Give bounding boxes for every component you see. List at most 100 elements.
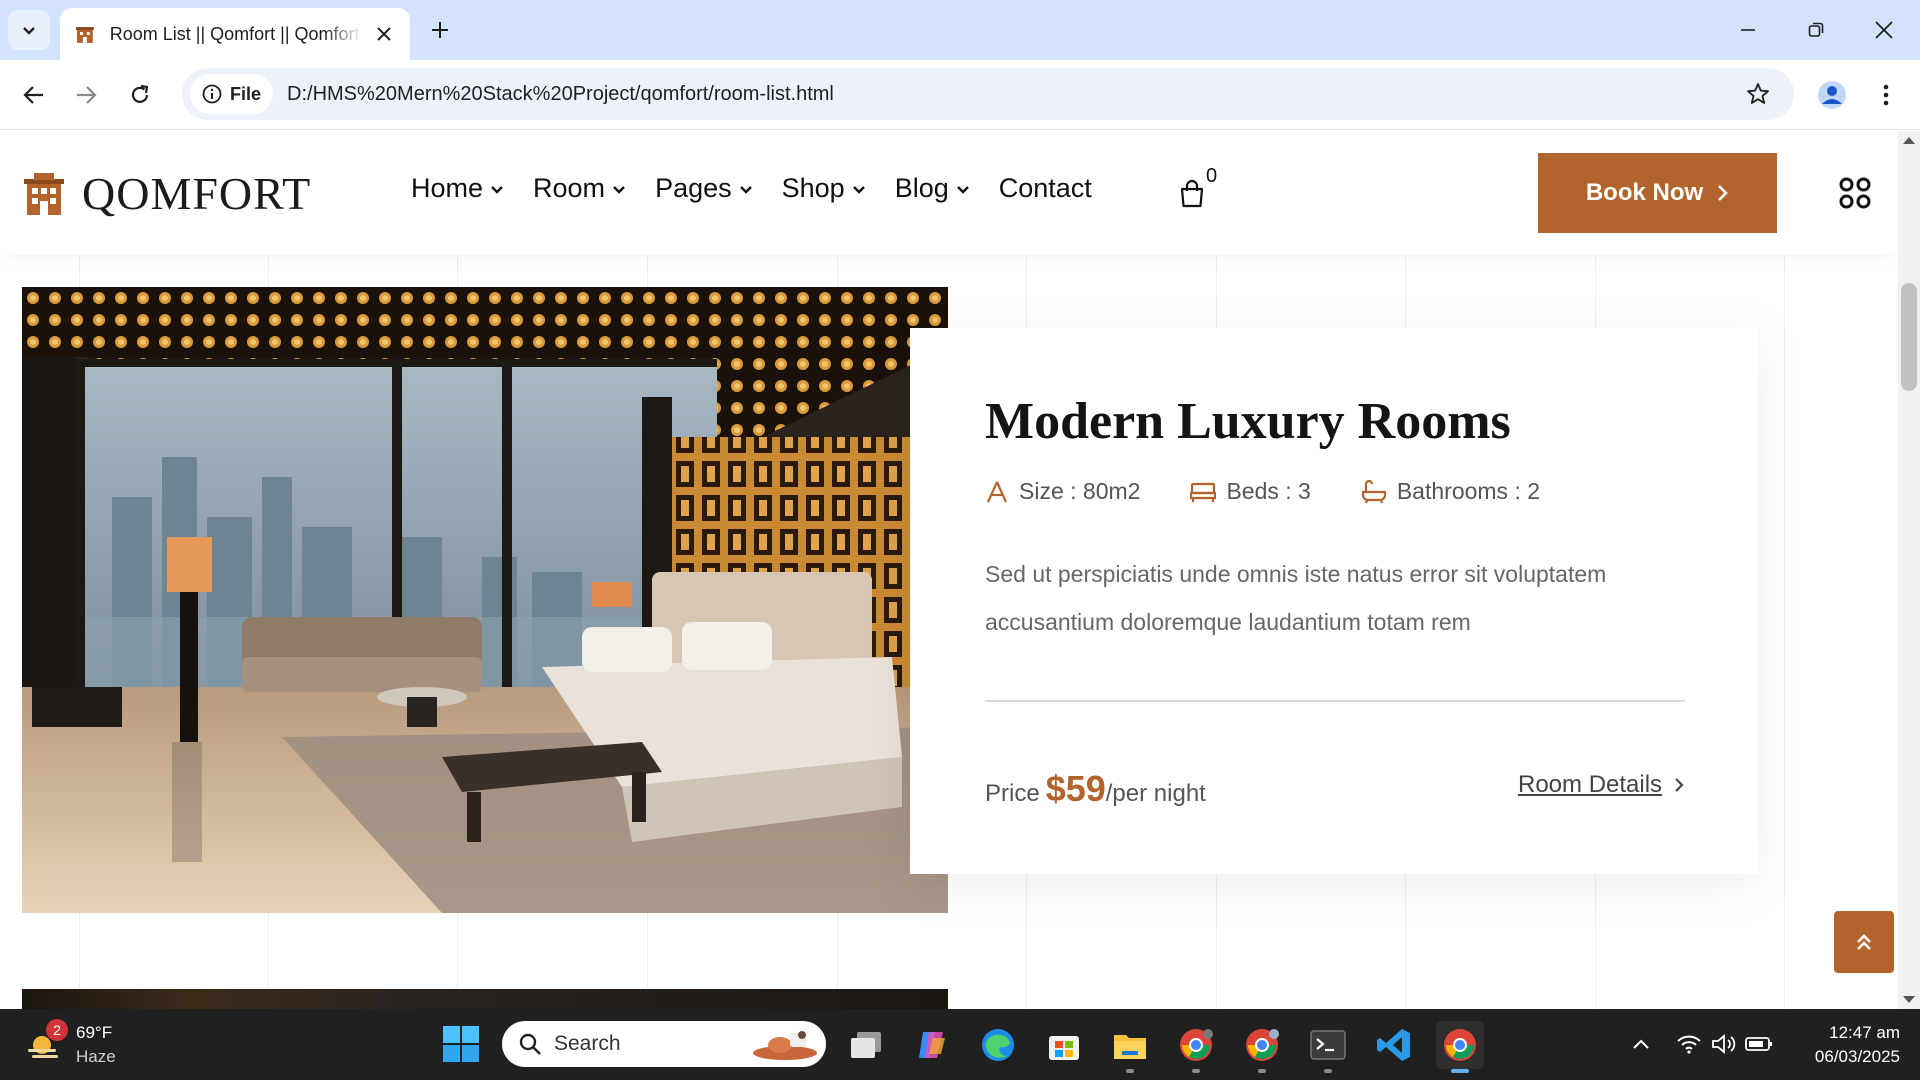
chevron-up-icon [1633,1039,1649,1049]
room-title[interactable]: Modern Luxury Rooms [985,392,1511,451]
nav-label: Blog [894,173,949,203]
feature-bathrooms-text: Bathrooms : 2 [1396,478,1541,504]
nav-item-home[interactable]: Home [411,173,505,204]
back-icon [23,86,43,104]
browser-toolbar: File D:/HMS%20Mern%20Stack%20Project/qom… [0,60,1920,130]
windows-start-icon [443,1026,479,1062]
tab-close-button[interactable] [372,22,396,46]
minimize-icon [1741,29,1755,31]
grid-menu-icon [1839,177,1871,209]
tray-battery[interactable] [1744,1029,1774,1059]
taskbar-task-view[interactable] [842,1021,890,1069]
logo-text: QOMFORT [82,168,312,219]
double-chevron-up-icon [1857,934,1871,950]
page-scrollbar[interactable] [1898,131,1920,1009]
close-window-button[interactable] [1862,10,1906,50]
app-running-indicator [1324,1069,1332,1073]
next-room-photo[interactable] [22,989,948,1009]
url-text[interactable]: D:/HMS%20Mern%20Stack%20Project/qomfort/… [287,83,834,106]
taskbar-store[interactable] [1040,1021,1088,1069]
tab-title: Room List || Qomfort || Qomfort [109,23,360,44]
room-details-link[interactable]: Room Details [1518,771,1684,799]
copilot-icon [919,1032,945,1058]
book-now-button[interactable]: Book Now [1538,153,1777,233]
cart-button[interactable]: 0 [1178,165,1218,211]
weather-temp: 69°F [76,1023,113,1042]
nav-item-shop[interactable]: Shop [782,173,867,204]
browser-tab-strip: Room List || Qomfort || Qomfort [0,0,1920,60]
taskbar-chrome-profile-2[interactable] [1238,1021,1286,1073]
reload-button[interactable] [120,75,160,115]
weather-widget[interactable]: 2 69°F Haze [24,1019,116,1069]
feature-size-text: Size : 80m2 [1019,478,1141,504]
price-amount: $59 [1045,768,1106,809]
start-button[interactable] [442,1025,480,1063]
tray-overflow-button[interactable] [1626,1029,1656,1059]
bookmark-button[interactable] [1740,76,1776,112]
tray-volume[interactable] [1708,1029,1738,1059]
ruler-icon [986,481,1008,502]
restore-button[interactable] [1794,10,1838,50]
plus-icon [432,22,448,38]
taskbar-file-explorer[interactable] [1106,1021,1154,1073]
nav-item-blog[interactable]: Blog [895,173,971,204]
profile-button[interactable] [1812,75,1852,115]
chevron-down-icon [852,185,865,194]
nav-label: Pages [655,173,732,203]
taskbar-search[interactable]: Search [502,1021,826,1067]
feature-bathrooms: Bathrooms : 2 [1361,478,1540,505]
app-running-indicator [1126,1069,1134,1073]
taskbar-clock[interactable]: 12:47 am 06/03/2025 [1790,1021,1900,1069]
feature-beds-text: Beds : 3 [1226,478,1311,504]
restore-icon [1808,22,1824,37]
scroll-to-top-button[interactable] [1834,911,1894,973]
minimize-button[interactable] [1726,10,1770,50]
search-icon [519,1033,541,1055]
site-chip-label: File [230,83,262,104]
taskbar-copilot[interactable] [908,1021,956,1069]
nav-item-pages[interactable]: Pages [655,173,754,204]
info-icon [202,84,222,104]
address-bar[interactable]: File D:/HMS%20Mern%20Stack%20Project/qom… [182,68,1794,120]
taskbar-chrome-profile-1[interactable] [1172,1021,1220,1073]
sidebar-menu-toggle[interactable] [1838,176,1872,210]
windows-taskbar: 2 69°F Haze Search 12:47 am 06/03/2025 [0,1009,1920,1080]
taskbar-vscode[interactable] [1370,1021,1418,1069]
chevron-down-icon [613,185,625,194]
site-info-chip[interactable]: File [190,74,274,114]
task-view-icon [851,1032,881,1058]
taskbar-terminal[interactable] [1304,1021,1352,1073]
kebab-menu-icon [1883,84,1889,106]
forward-button[interactable] [66,75,106,115]
room-photo[interactable] [22,287,948,913]
scroll-down-arrow[interactable] [1903,996,1915,1003]
volume-icon [1712,1034,1736,1054]
folder-icon [1114,1035,1146,1059]
bathtub-icon [1361,479,1386,503]
nav-label: Home [411,173,484,203]
tray-wifi[interactable] [1674,1029,1704,1059]
scroll-thumb[interactable] [1901,283,1917,391]
feature-beds: Beds : 3 [1190,478,1311,505]
close-icon [377,27,391,41]
chrome-icon [1180,1029,1213,1061]
weather-badge: 2 [46,1019,68,1041]
browser-tab-active[interactable]: Room List || Qomfort || Qomfort [60,8,410,60]
site-logo[interactable]: QOMFORT [22,167,311,220]
store-icon [1049,1036,1079,1060]
taskbar-edge[interactable] [974,1021,1022,1069]
new-tab-button[interactable] [424,14,456,46]
room-info-card: Modern Luxury Rooms Size : 80m2 Beds : 3 [910,328,1758,874]
price-label: Price [985,780,1040,807]
browser-menu-button[interactable] [1866,75,1906,115]
back-button[interactable] [14,75,54,115]
card-divider [985,700,1685,702]
nav-item-room[interactable]: Room [533,173,627,204]
nav-label: Shop [781,173,845,203]
search-highlight-image [753,1031,817,1060]
tab-search-button[interactable] [8,10,50,50]
page-viewport: QOMFORT Home Room Pages Shop Blog Contac… [0,131,1898,1009]
taskbar-chrome-active[interactable] [1436,1021,1484,1073]
nav-item-contact[interactable]: Contact [999,173,1092,204]
scroll-up-arrow[interactable] [1903,137,1915,144]
